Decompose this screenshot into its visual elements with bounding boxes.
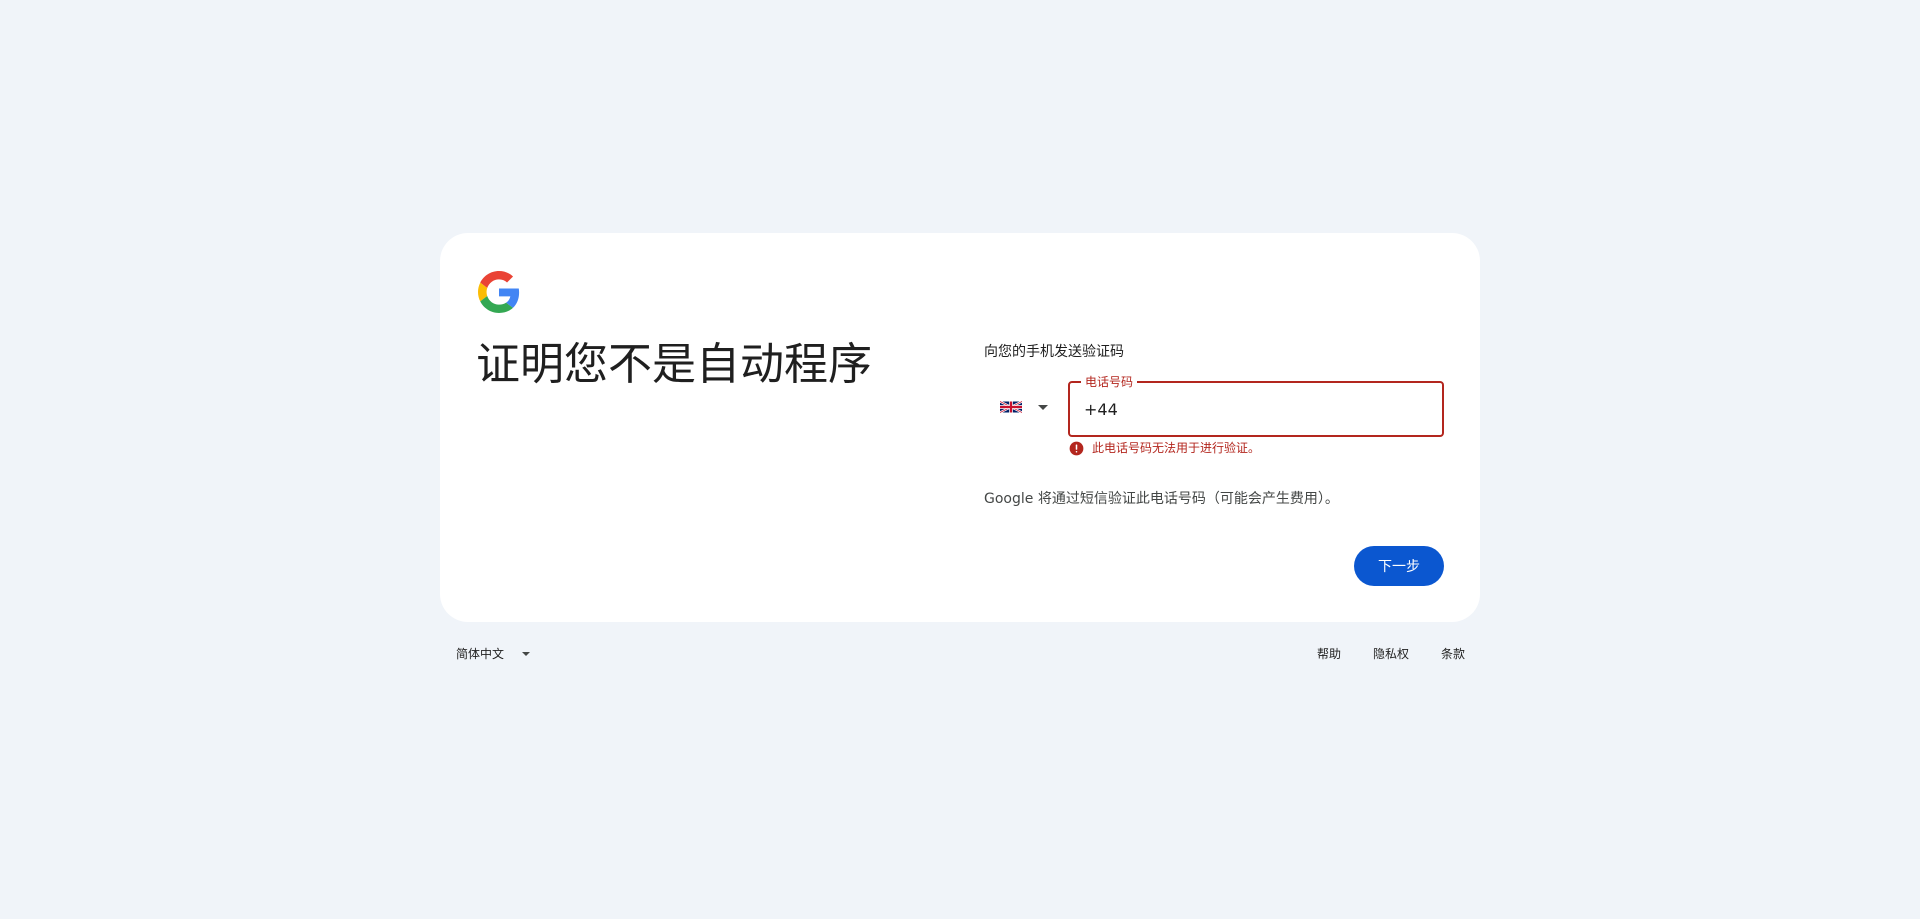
signin-card: 证明您不是自动程序 向您的手机发送验证码 电话号码 此电话号码无法用于进行验证。… — [440, 233, 1480, 622]
error-message-row: 此电话号码无法用于进行验证。 — [1069, 440, 1260, 456]
terms-link[interactable]: 条款 — [1441, 644, 1465, 664]
privacy-link[interactable]: 隐私权 — [1373, 644, 1409, 664]
sms-note: Google 将通过短信验证此电话号码（可能会产生费用）。 — [984, 491, 1339, 507]
chevron-down-icon — [522, 652, 531, 656]
page-title: 证明您不是自动程序 — [476, 339, 872, 390]
error-icon — [1069, 441, 1084, 455]
error-text: 此电话号码无法用于进行验证。 — [1092, 441, 1261, 455]
subtitle: 向您的手机发送验证码 — [984, 344, 1124, 360]
chevron-down-icon — [1038, 404, 1048, 410]
language-selector[interactable]: 简体中文 — [456, 644, 531, 664]
phone-field: 电话号码 — [1068, 374, 1444, 437]
footer-links: 帮助 隐私权 条款 — [1285, 644, 1465, 664]
help-link[interactable]: 帮助 — [1317, 644, 1341, 664]
phone-label: 电话号码 — [1081, 374, 1138, 390]
uk-flag-icon — [1000, 400, 1022, 414]
google-logo-icon — [478, 271, 520, 313]
country-selector[interactable] — [992, 379, 1058, 435]
next-button[interactable]: 下一步 — [1354, 546, 1444, 586]
phone-input[interactable] — [1070, 383, 1442, 435]
language-label: 简体中文 — [456, 647, 505, 661]
